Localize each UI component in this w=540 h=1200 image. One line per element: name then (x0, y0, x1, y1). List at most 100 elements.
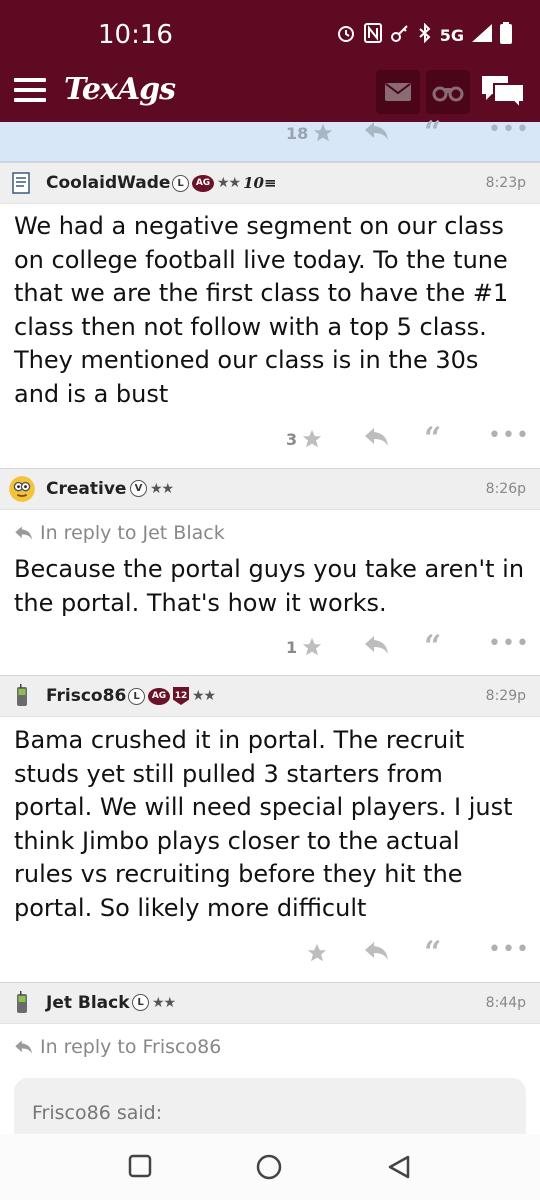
mail-icon (385, 83, 411, 101)
previous-post-actions: 18 “ ••• (0, 118, 540, 162)
status-time: 10:16 (98, 20, 173, 50)
recents-button[interactable] (128, 1154, 152, 1182)
user-badges: V ★★ (130, 480, 174, 497)
badge-l: L (172, 174, 189, 192)
reply-button[interactable] (364, 634, 390, 660)
reply-to-text: In reply to Frisco86 (40, 1036, 222, 1058)
post-time[interactable]: 8:23p (486, 175, 526, 191)
system-nav-bar (0, 1134, 540, 1200)
badge-v: V (130, 480, 147, 497)
mail-button[interactable] (376, 70, 420, 114)
avatar[interactable] (10, 171, 34, 195)
reply-to-link[interactable]: In reply to Frisco86 (14, 1036, 221, 1058)
badge-stars: ★★ (152, 994, 176, 1011)
circle-icon (256, 1154, 282, 1180)
avatar[interactable] (8, 475, 36, 503)
square-icon (128, 1154, 152, 1178)
badge-10: 10≡ (243, 174, 277, 192)
quote-icon: “ (424, 115, 442, 150)
quote-button[interactable]: “ (424, 938, 441, 968)
back-triangle-icon (388, 1155, 410, 1179)
username[interactable]: CoolaidWade (46, 173, 170, 193)
badge-shield: 12 (173, 687, 189, 705)
status-icons: 5G (336, 22, 512, 49)
chat-button[interactable] (480, 72, 526, 116)
like-count: 1 (286, 637, 298, 657)
post-header: Creative V ★★ 8:26p (0, 468, 540, 510)
post-header: Jet Black L ★★ 8:44p (0, 982, 540, 1024)
app-header: TexAgs (0, 64, 540, 122)
user-badges: L ★★ (132, 994, 176, 1011)
more-button[interactable]: ••• (488, 632, 530, 656)
like-button[interactable]: 1 (286, 636, 323, 658)
reply-arrow-icon (15, 526, 32, 540)
like-count: 3 (286, 429, 298, 449)
username[interactable]: Frisco86 (46, 686, 126, 706)
like-button[interactable]: 3 (286, 428, 323, 450)
reply-button[interactable] (364, 940, 390, 966)
app-logo[interactable]: TexAgs (64, 72, 176, 107)
badge-stars: ★★ (150, 480, 174, 497)
status-bar: 10:16 5G (0, 0, 540, 64)
user-badges: L AG ★★ 10≡ (172, 174, 277, 192)
reply-button[interactable] (364, 120, 390, 146)
badge-l: L (128, 687, 145, 705)
star-icon (302, 429, 322, 448)
post-time[interactable]: 8:44p (486, 995, 526, 1011)
avatar[interactable] (10, 684, 34, 708)
quote-icon: “ (424, 935, 442, 970)
quote-author[interactable]: Frisco86 said: (32, 1102, 162, 1124)
reply-arrow-icon (365, 942, 388, 960)
quote-button[interactable]: “ (424, 424, 441, 454)
alarm-icon (336, 23, 356, 48)
nfc-icon (363, 23, 382, 48)
star-icon (314, 123, 333, 142)
quote-button[interactable]: “ (424, 632, 441, 662)
quote-button[interactable]: “ (424, 118, 441, 148)
like-button[interactable] (286, 942, 328, 964)
more-dots-icon: ••• (488, 937, 530, 962)
binoculars-icon (432, 86, 464, 102)
back-button[interactable] (386, 1154, 412, 1184)
reply-arrow-icon (365, 122, 388, 140)
post-actions: 3 “ ••• (0, 424, 540, 458)
more-dots-icon: ••• (488, 423, 530, 448)
badge-ag: AG (192, 174, 214, 192)
username[interactable]: Jet Black (46, 993, 130, 1013)
star-icon (302, 637, 322, 656)
more-dots-icon: ••• (488, 631, 530, 656)
avatar[interactable] (10, 991, 34, 1015)
username[interactable]: Creative (46, 479, 126, 499)
badge-ag: AG (148, 687, 170, 705)
binoculars-button[interactable] (426, 70, 470, 114)
post-body: We had a negative segment on our class o… (14, 212, 509, 408)
reply-to-link[interactable]: In reply to Jet Black (14, 522, 225, 544)
network-type: 5G (439, 26, 464, 45)
post-time[interactable]: 8:29p (486, 688, 526, 704)
quote-icon: “ (424, 629, 442, 664)
more-button[interactable]: ••• (488, 938, 530, 962)
badge-stars: ★★ (217, 175, 241, 191)
user-badges: L AG 12 ★★ (128, 687, 216, 705)
reply-arrow-icon (15, 1040, 32, 1054)
post-header: Frisco86 L AG 12 ★★ 8:29p (0, 675, 540, 717)
more-button[interactable]: ••• (488, 118, 530, 142)
post-body: Bama crushed it in portal. The recruit s… (14, 726, 513, 922)
more-dots-icon: ••• (488, 117, 530, 142)
reply-arrow-icon (365, 428, 388, 446)
more-button[interactable]: ••• (488, 424, 530, 448)
chat-bubbles-icon (482, 76, 525, 111)
post-header: CoolaidWade L AG ★★ 10≡ 8:23p (0, 162, 540, 204)
bluetooth-icon (418, 22, 432, 48)
reply-to-text: In reply to Jet Black (40, 522, 225, 544)
home-button[interactable] (256, 1154, 282, 1184)
key-icon (390, 23, 410, 48)
quote-icon: “ (424, 421, 442, 456)
post-time[interactable]: 8:26p (486, 481, 526, 497)
like-button[interactable]: 18 (286, 122, 334, 144)
post-actions: “ ••• (0, 938, 540, 972)
battery-icon (500, 22, 512, 49)
signal-icon (472, 24, 492, 47)
hamburger-icon[interactable] (14, 78, 46, 104)
reply-button[interactable] (364, 426, 390, 452)
